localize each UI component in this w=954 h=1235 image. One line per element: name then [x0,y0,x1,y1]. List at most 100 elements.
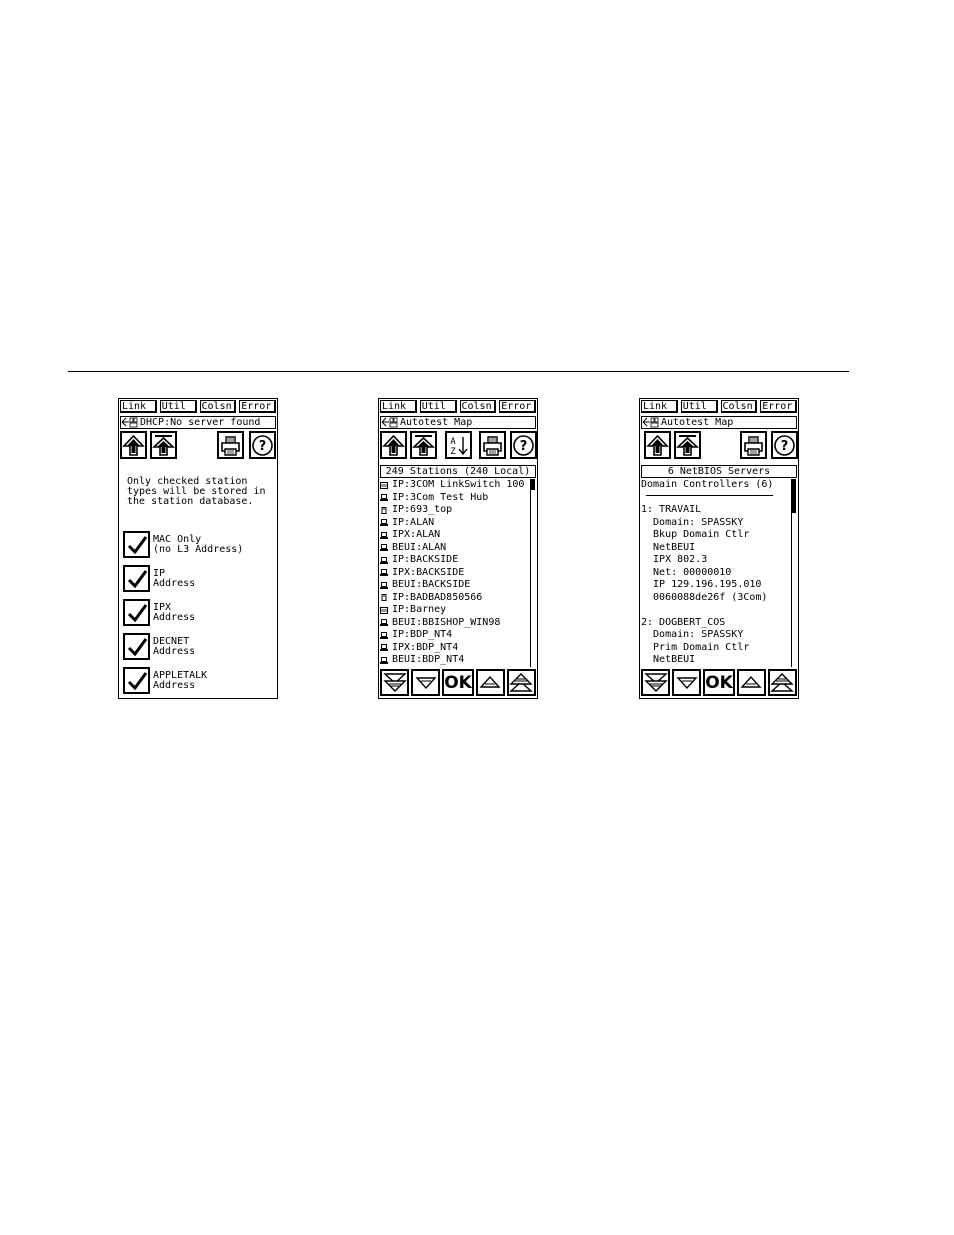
scrollbar[interactable] [791,479,796,667]
screen-station-list: Link Util Colsn Error Autotest Map A Z ?… [378,398,538,699]
up-button[interactable] [644,431,671,459]
top-arrow-icon [152,434,175,456]
up-button[interactable] [120,431,147,459]
line-down-button[interactable] [411,669,441,696]
checkmark-icon [127,671,147,690]
page-up-button[interactable] [506,669,536,696]
link-speed-icon [121,417,138,428]
top-tabs: Link Util Colsn Error [380,400,536,413]
station-row[interactable]: BEUI:BDP_NT4 [380,654,532,667]
station-row[interactable]: IPX:BDP_NT4 [380,642,532,655]
station-row[interactable]: IP:ALAN [380,517,532,530]
screen-station-types: Link Util Colsn Error DHCP:No server fou… [118,398,278,699]
station-row[interactable]: BEUI:BACKSIDE [380,579,532,592]
help-button[interactable]: ? [510,431,537,459]
detail-line: Net: 00000010 [641,566,732,578]
station-label: IPX:BACKSIDE [392,566,465,578]
station-row[interactable]: BEUI:ALAN [380,542,532,555]
detail-line: 1: TRAVAIL [641,504,702,515]
tab-colsn[interactable]: Colsn [459,400,497,413]
station-row[interactable]: IP:Barney [380,604,532,617]
nav-bar: OK [380,669,536,696]
switch-icon [380,606,388,614]
help-icon: ? [252,434,273,456]
station-row[interactable]: IP:3COM LinkSwitch 100 [380,479,532,492]
tab-link[interactable]: Link [641,400,678,413]
top-button[interactable] [674,431,701,459]
line-down-button[interactable] [672,669,702,696]
station-icon [380,644,388,652]
station-row[interactable]: IP:693_top [380,504,532,517]
printer-icon [221,435,240,456]
station-label: IP:3Com Test Hub [392,491,489,503]
top-button[interactable] [410,431,437,459]
line-up-button[interactable] [736,669,766,696]
station-row[interactable]: IP:3Com Test Hub [380,492,532,505]
page-up-button[interactable] [767,669,797,696]
tab-util[interactable]: Util [419,400,457,413]
sort-button[interactable]: A Z [445,431,472,459]
link-speed-icon [381,417,398,428]
help-button[interactable]: ? [771,431,798,459]
station-label: BEUI:BACKSIDE [392,579,471,590]
down-icon [676,677,698,690]
detail-line: IP 129.196.195.010 [641,579,762,590]
station-label: IP:BADBAD850566 [392,591,483,603]
station-row[interactable]: IPX:ALAN [380,529,532,542]
tab-util[interactable]: Util [680,400,718,413]
station-row[interactable]: BEUI:BBISHOP_WIN98 [380,617,532,630]
detail-line: Domain Controllers (6) [641,479,774,490]
print-button[interactable] [217,431,244,459]
page-down-button[interactable] [641,669,671,696]
tab-colsn[interactable]: Colsn [199,400,237,413]
up-button[interactable] [380,431,407,459]
scrollbar-thumb[interactable] [792,479,796,513]
scrollbar-thumb[interactable] [531,479,535,490]
tab-error[interactable]: Error [760,400,797,413]
station-row[interactable]: IP:BDP_NT4 [380,629,532,642]
server-icon [381,594,387,602]
ipx-checkbox[interactable] [123,599,150,626]
help-button[interactable]: ? [249,431,276,459]
tab-link[interactable]: Link [120,400,157,413]
top-button[interactable] [150,431,177,459]
station-icon [380,494,388,502]
ip-checkbox[interactable] [123,565,150,592]
checkmark-icon [127,603,147,622]
info-line: the station database. [127,496,254,507]
station-icon [380,519,388,527]
appletalk-checkbox[interactable] [123,667,150,694]
decnet-checkbox[interactable] [123,633,150,660]
station-count-banner: 249 Stations (240 Local) [380,465,536,478]
double-down-icon [382,673,407,692]
ok-button[interactable]: OK [703,669,735,696]
print-button[interactable] [740,431,767,459]
station-label: IP:BDP_NT4 [392,629,453,640]
station-row[interactable]: IP:BACKSIDE [380,554,532,567]
double-up-icon [509,673,534,692]
up-arrow-icon [646,434,669,456]
ok-button[interactable]: OK [442,669,474,696]
appletalk-label: APPLETALK Address [153,671,207,691]
tab-error[interactable]: Error [239,400,276,413]
print-button[interactable] [479,431,506,459]
option-subtitle: Address [153,680,196,691]
tab-util[interactable]: Util [159,400,197,413]
station-row[interactable]: IPX:BACKSIDE [380,567,532,580]
station-icon [380,569,388,577]
tab-colsn[interactable]: Colsn [720,400,758,413]
station-label: BEUI:BDP_NT4 [392,654,465,665]
page-down-button[interactable] [380,669,410,696]
top-arrow-icon [676,434,699,456]
station-row[interactable]: IP:BADBAD850566 [380,592,532,605]
mac-only-checkbox[interactable] [123,531,150,558]
status-text: DHCP:No server found [140,417,261,428]
tab-error[interactable]: Error [499,400,536,413]
station-label: BEUI:BBISHOP_WIN98 [392,616,501,628]
scrollbar[interactable] [530,479,535,667]
line-up-button[interactable] [475,669,505,696]
tab-link[interactable]: Link [380,400,417,413]
svg-text:A: A [450,437,456,447]
mac-only-label: MAC Only (no L3 Address) [153,535,243,555]
info-text: Only checked station types will be stored… [127,477,265,507]
